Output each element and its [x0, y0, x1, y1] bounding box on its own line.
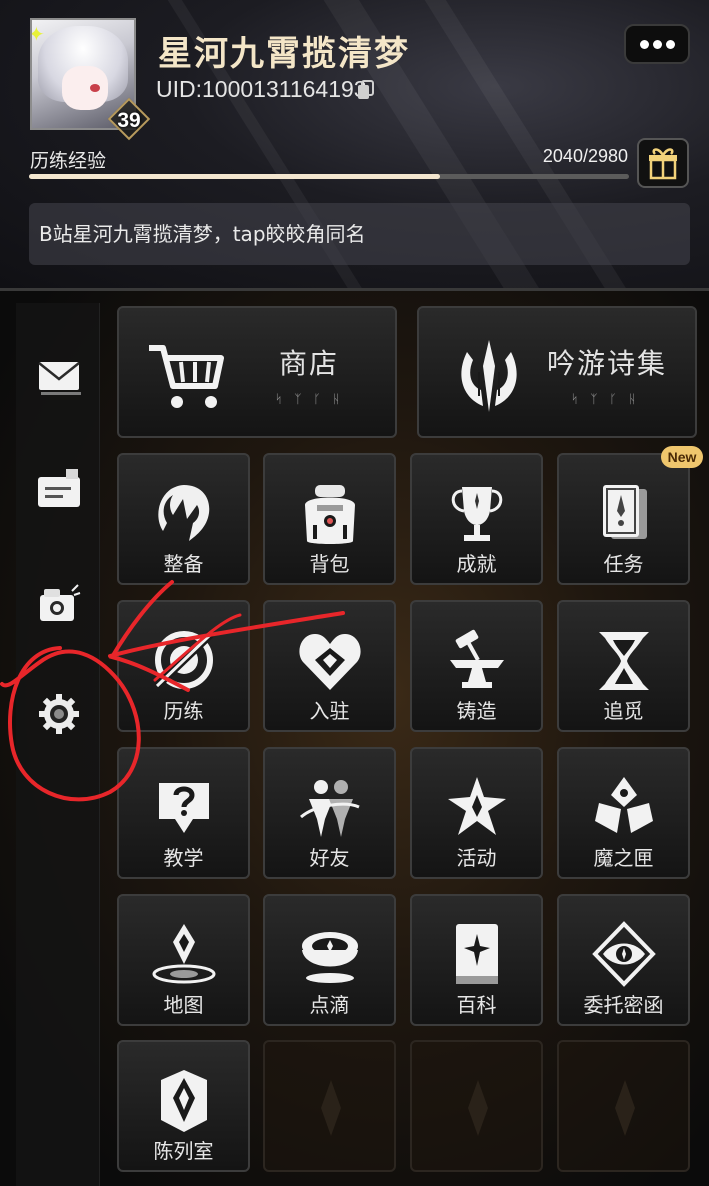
exp-value: 2040/2980	[542, 146, 628, 166]
tile-backpack-label: 背包	[309, 552, 350, 576]
tile-achievements[interactable]: 成就	[410, 453, 543, 585]
envelope-icon	[38, 362, 81, 395]
tile-backpack[interactable]: 背包	[263, 453, 396, 585]
tile-settle-label: 入驻	[309, 699, 350, 723]
sidebar-item-mail[interactable]	[36, 353, 82, 399]
tile-training-label: 历练	[163, 699, 204, 723]
tile-quests-label: 任务	[603, 552, 644, 576]
dot	[665, 40, 675, 49]
gift-icon	[649, 148, 677, 180]
friends-icon	[299, 780, 360, 837]
lyre-icon	[461, 340, 517, 412]
tile-map[interactable]: 地图	[117, 894, 250, 1026]
settle-icon	[298, 634, 361, 690]
tile-training[interactable]: 历练	[117, 600, 250, 732]
tile-tea-label: 点滴	[309, 993, 350, 1017]
copy-icon[interactable]	[357, 80, 375, 100]
level-badge: 39	[117, 109, 141, 132]
tile-magic-box[interactable]: 魔之匣	[557, 747, 690, 879]
tile-gallery-label: 陈列室	[153, 1139, 214, 1163]
tile-tea[interactable]: 点滴	[263, 894, 396, 1026]
hourglass-icon	[598, 632, 649, 690]
avatar-eye	[90, 84, 100, 92]
exp-progress-bar	[29, 174, 629, 179]
tile-encyclopedia[interactable]: 百科	[410, 894, 543, 1026]
shop-button[interactable]: 商店 ᛋᛉᚴᚺ	[117, 306, 397, 438]
backpack-icon	[304, 485, 355, 544]
tile-empty-slot	[557, 1040, 690, 1172]
sidebar-item-announcement[interactable]	[36, 467, 82, 513]
tile-forge-label: 铸造	[456, 699, 497, 723]
cart-icon	[149, 345, 224, 408]
tile-events[interactable]: 活动	[410, 747, 543, 879]
empty-slot-icon	[468, 1080, 488, 1136]
tile-encyclopedia-label: 百科	[456, 993, 497, 1017]
tile-map-label: 地图	[163, 993, 204, 1017]
tile-commission-label: 委托密函	[583, 993, 664, 1017]
trophy-icon	[451, 487, 502, 541]
tile-pursuit-label: 追觅	[603, 699, 644, 723]
map-icon	[152, 924, 215, 984]
camera-icon	[40, 584, 81, 621]
magic-box-icon	[594, 777, 653, 833]
more-button[interactable]	[624, 24, 690, 64]
notice-icon	[38, 469, 80, 507]
training-icon	[153, 631, 214, 689]
sidebar-item-camera[interactable]	[36, 581, 82, 627]
tile-friends[interactable]: 好友	[263, 747, 396, 879]
bard-poems-button[interactable]: 吟游诗集 ᛋᛉᚴᚺ	[417, 306, 697, 438]
tile-equip-label: 整备	[163, 552, 204, 576]
shop-title: 商店	[279, 347, 340, 380]
character-icon	[157, 485, 209, 541]
tile-forge[interactable]: 铸造	[410, 600, 543, 732]
dot	[639, 40, 649, 49]
gift-button[interactable]	[637, 138, 689, 188]
profile-header: ✦ 39 星河九霄揽清梦 UID:1000131164193 历练经验 2040…	[0, 0, 709, 288]
tile-achievements-label: 成就	[456, 552, 497, 576]
player-name: 星河九霄揽清梦	[158, 34, 410, 74]
gear-icon	[39, 694, 79, 734]
tile-gallery[interactable]: 陈列室	[117, 1040, 250, 1172]
tile-equip[interactable]: 整备	[117, 453, 250, 585]
avatar-face	[62, 66, 108, 110]
tile-events-label: 活动	[456, 846, 497, 870]
tile-empty-slot	[410, 1040, 543, 1172]
tile-quests[interactable]: 任务	[557, 453, 690, 585]
dot	[652, 40, 662, 49]
eye-letter-icon	[591, 921, 656, 987]
tea-icon	[301, 932, 358, 983]
new-badge: New	[661, 446, 703, 468]
tile-empty-slot	[263, 1040, 396, 1172]
book-icon	[455, 924, 498, 984]
exp-label: 历练经验	[30, 150, 107, 172]
tile-tutorial[interactable]: 教学	[117, 747, 250, 879]
sidebar-item-settings[interactable]	[36, 691, 82, 737]
tile-magic-box-label: 魔之匣	[593, 846, 654, 870]
player-uid: UID:1000131164193	[156, 76, 367, 102]
event-icon	[447, 777, 506, 835]
tile-friends-label: 好友	[309, 846, 350, 870]
anvil-icon	[449, 629, 504, 688]
exp-progress-fill	[29, 174, 440, 179]
tile-commission[interactable]: 委托密函	[557, 894, 690, 1026]
tile-tutorial-label: 教学	[163, 846, 204, 870]
bard-poems-runes: ᛋᛉᚴᚺ	[571, 392, 648, 406]
empty-slot-icon	[615, 1080, 635, 1136]
shop-runes: ᛋᛉᚴᚺ	[275, 392, 352, 406]
tile-pursuit[interactable]: 追觅	[557, 600, 690, 732]
empty-slot-icon	[321, 1080, 341, 1136]
tutorial-icon	[158, 783, 209, 833]
gallery-icon	[160, 1070, 207, 1132]
bard-poems-title: 吟游诗集	[547, 347, 668, 380]
sparkle-icon: ✦	[32, 24, 45, 44]
sidebar	[16, 303, 100, 1186]
signature-text[interactable]: B站星河九霄揽清梦，tap皎皎角同名	[29, 203, 690, 265]
quest-icon	[602, 485, 647, 539]
tile-settle[interactable]: 入驻	[263, 600, 396, 732]
